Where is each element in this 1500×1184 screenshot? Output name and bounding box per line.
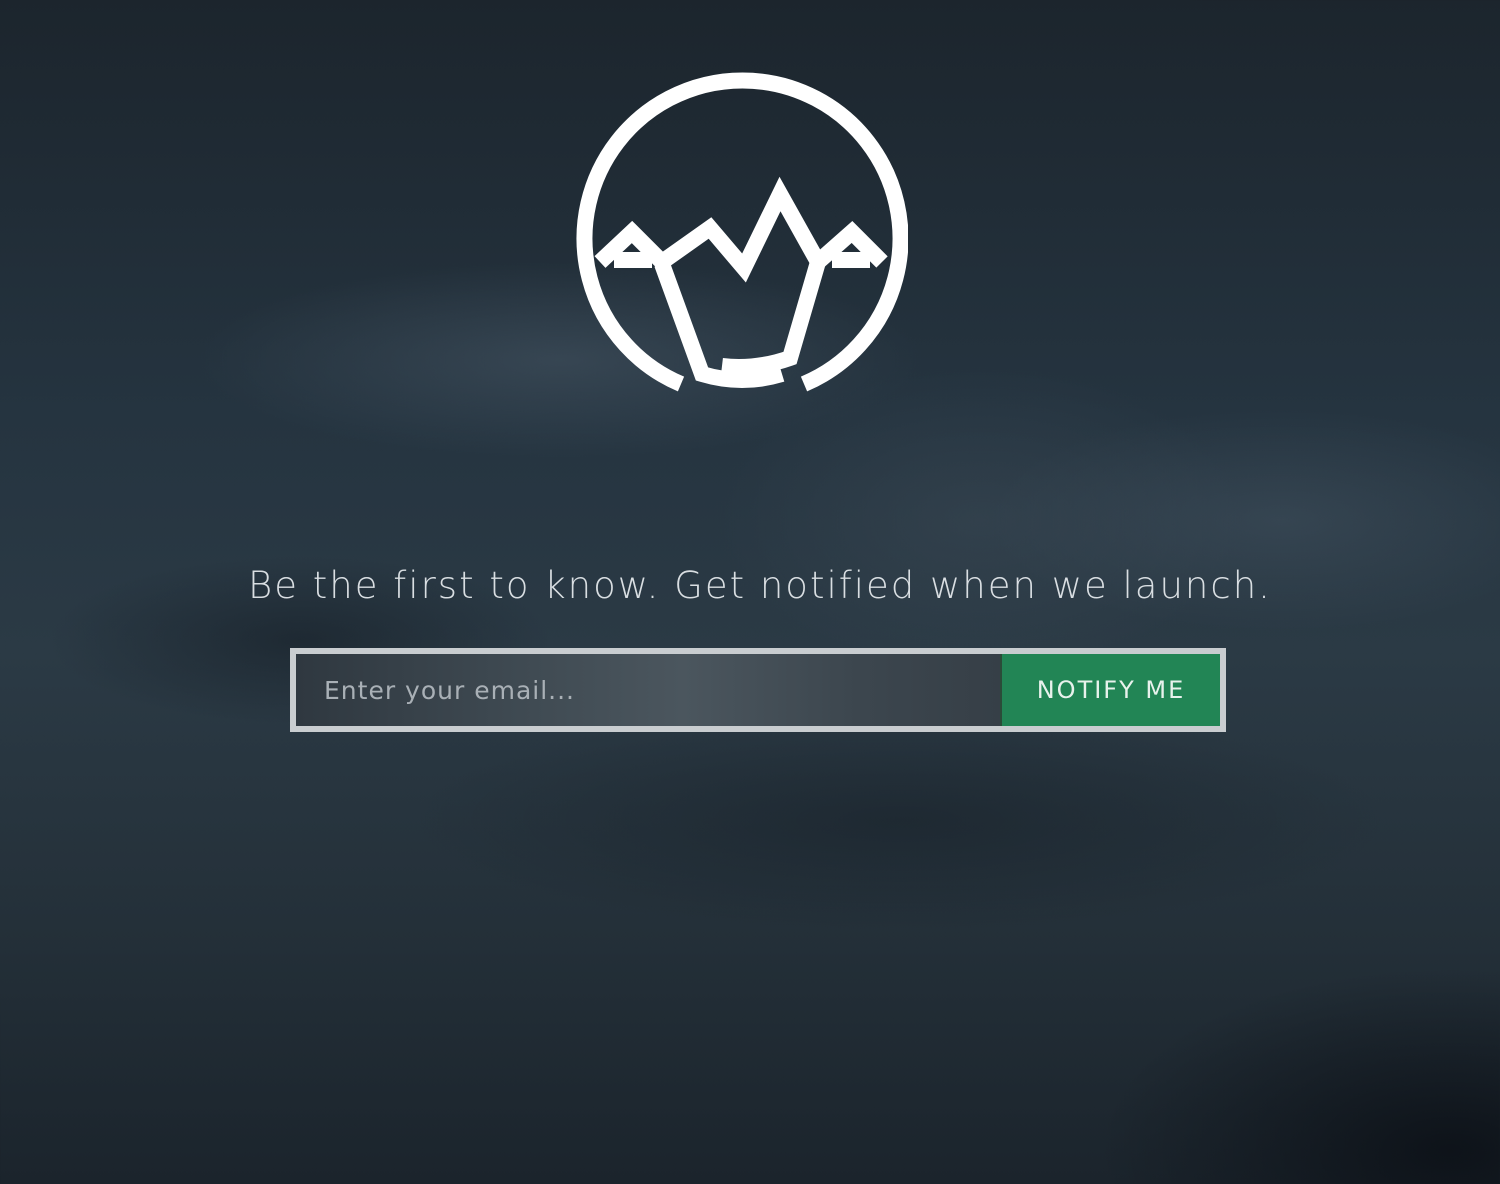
launch-tagline: Be the first to know. Get notified when …: [248, 564, 1272, 607]
notify-me-button[interactable]: NOTIFY ME: [1000, 654, 1220, 726]
email-signup-form: NOTIFY ME: [290, 648, 1226, 732]
email-input[interactable]: [296, 654, 1000, 726]
mountain-logo-icon: [576, 68, 908, 400]
landing-page: Be the first to know. Get notified when …: [0, 0, 1500, 1184]
